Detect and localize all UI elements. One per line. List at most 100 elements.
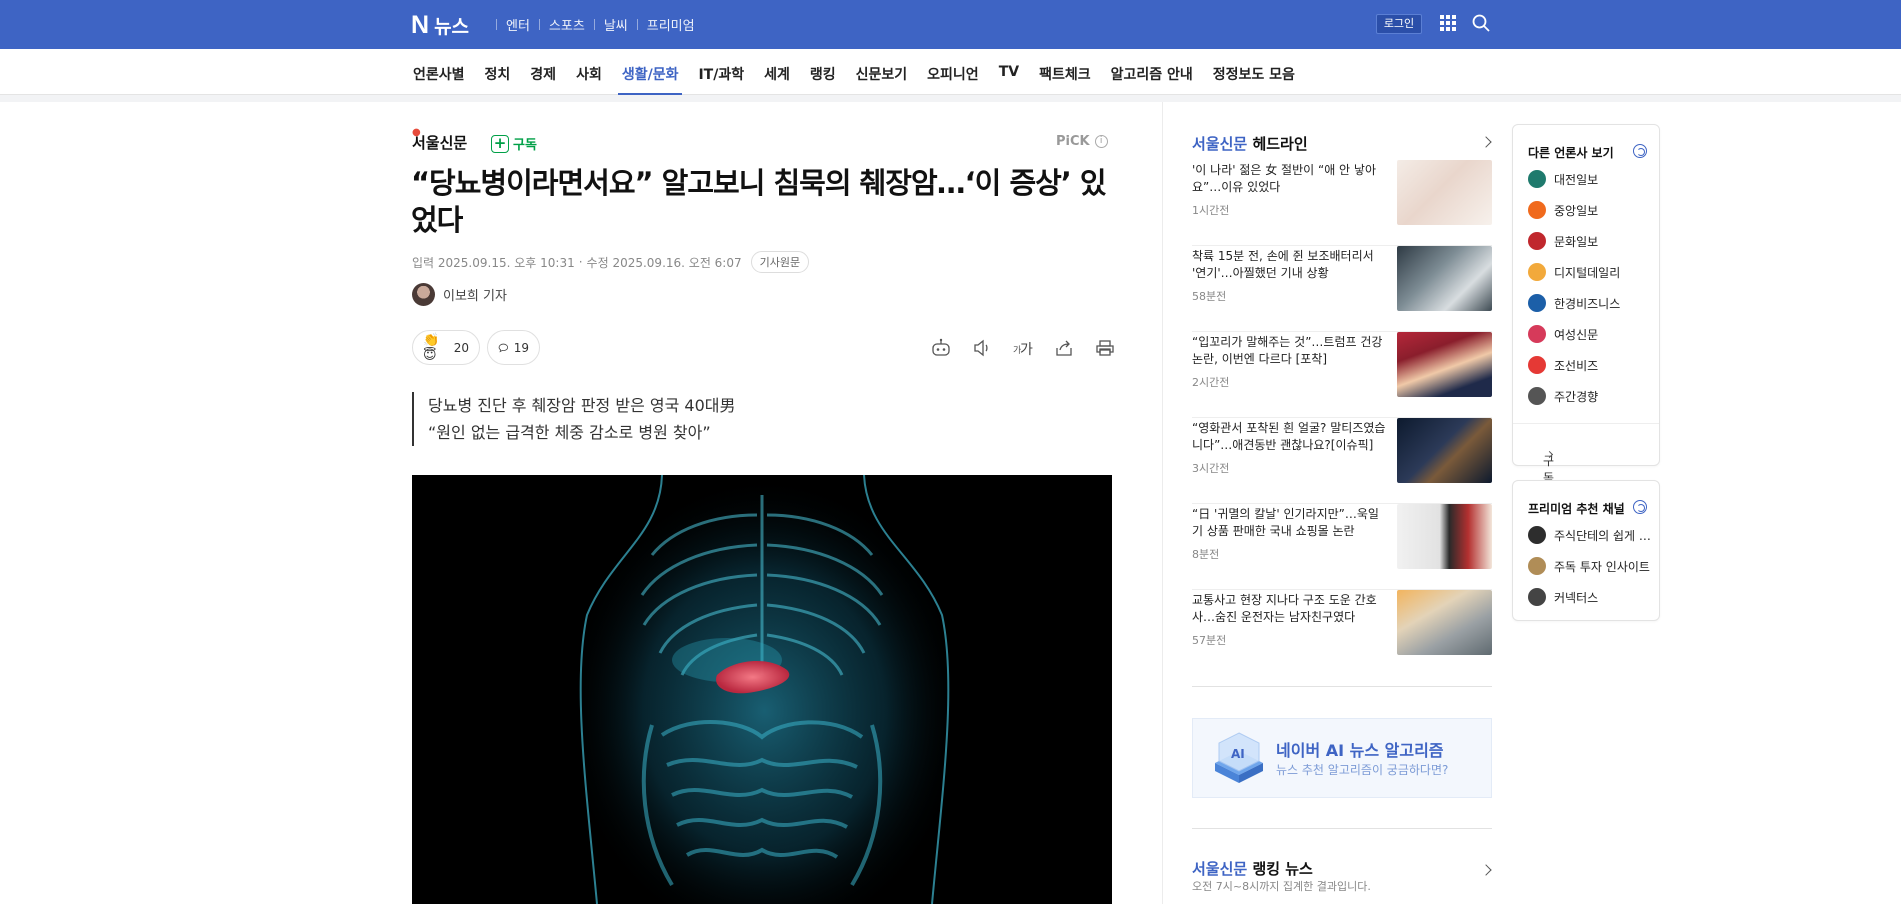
headline-item[interactable]: 교통사고 현장 지나다 구조 도운 간호사…숨진 운전자는 남자친구였다 57분전 [1192, 590, 1492, 676]
category-tab[interactable]: IT/과학 [698, 49, 744, 95]
headlines-suffix: 헤드라인 [1252, 135, 1308, 153]
other-press-item[interactable]: 중앙일보 [1528, 201, 1653, 219]
headline-time: 57분전 [1192, 634, 1227, 647]
refresh-icon[interactable] [1633, 144, 1647, 158]
category-tab[interactable]: 정치 [485, 49, 511, 95]
category-tab[interactable]: 경제 [530, 49, 556, 95]
font-size-icon[interactable]: 가가 [1012, 337, 1034, 359]
article-hero-image[interactable] [412, 475, 1112, 904]
category-tab[interactable]: 랭킹 [810, 49, 836, 95]
premium-channel-item[interactable]: 주식단테의 쉽게 배우는 주식 [1528, 526, 1653, 544]
divider [1192, 686, 1492, 687]
ai-algorithm-banner[interactable]: AI 네이버 AI 뉴스 알고리즘 뉴스 추천 알고리즘이 궁금하다면? [1192, 718, 1492, 798]
author[interactable]: 이보희 기자 [412, 283, 507, 306]
other-press-item[interactable]: 한경비즈니스 [1528, 294, 1653, 312]
input-date: 입력 2025.09.15. 오후 10:31 [412, 255, 575, 270]
pick-badge[interactable]: PiCK i [1056, 134, 1108, 149]
apps-grid-icon[interactable] [1440, 15, 1456, 31]
category-tab[interactable]: 언론사별 [413, 49, 465, 95]
other-press-item[interactable]: 디지털데일리 [1528, 263, 1653, 281]
comment-icon [498, 343, 509, 352]
category-tab[interactable]: 오피니언 [927, 49, 979, 95]
other-press-widget: 다른 언론사 보기 대전일보 중앙일보 문화일보 디지털데일리 한경비즈니스 여성신문 조선… [1512, 124, 1660, 519]
print-icon[interactable] [1094, 337, 1116, 359]
other-press-item[interactable]: 문화일보 [1528, 232, 1653, 250]
xray-torso-illustration [412, 475, 1112, 904]
share-icon[interactable] [1053, 337, 1075, 359]
top-nav-sports[interactable]: 스포츠 [549, 15, 585, 34]
summary-bot-icon[interactable] [930, 337, 952, 359]
headline-time: 3시간전 [1192, 462, 1230, 475]
top-nav-weather[interactable]: 날씨 [604, 15, 628, 34]
chevron-right-icon[interactable] [1480, 136, 1492, 148]
subscription-settings[interactable]: 구독 설정 [1513, 423, 1659, 519]
press-label: 디지털데일리 [1554, 265, 1621, 280]
speaker-icon[interactable] [971, 337, 993, 359]
search-icon[interactable] [1472, 14, 1490, 32]
reaction-emoji-icon: 👏😇 [423, 332, 440, 363]
headline-time: 2시간전 [1192, 376, 1230, 389]
category-nav: 언론사별 정치 경제 사회 생활/문화 IT/과학 세계 랭킹 신문보기 오피니언 TV 팩트체크 알고… [0, 49, 1901, 95]
subscribe-label: 구독 [513, 138, 537, 153]
category-tab[interactable]: 신문보기 [856, 49, 908, 95]
info-icon[interactable]: i [1094, 135, 1108, 148]
press-label: 문화일보 [1554, 234, 1599, 249]
headline-item[interactable]: 착륙 15분 전, 손에 쥔 보조배터리서 '연기'…아찔했던 기내 상황 58분… [1192, 246, 1492, 332]
other-press-item[interactable]: 조선비즈 [1528, 356, 1653, 374]
premium-channel-item[interactable]: 커넥터스 [1528, 588, 1653, 606]
press-logo[interactable]: ● 서울신문 [412, 127, 467, 153]
comment-button[interactable]: 19 [487, 330, 540, 365]
headline-item[interactable]: “입꼬리가 말해주는 것”…트럼프 건강 논란, 이번엔 다르다 [포착] 2시간… [1192, 332, 1492, 418]
press-logo-icon [1528, 325, 1546, 343]
other-press-item[interactable]: 여성신문 [1528, 325, 1653, 343]
press-label: 조선비즈 [1554, 358, 1599, 373]
press-label: 주식단테의 쉽게 배우는 주식 [1554, 528, 1653, 543]
category-list: 언론사별 정치 경제 사회 생활/문화 IT/과학 세계 랭킹 신문보기 오피니언 TV 팩트체크 알고… [413, 49, 1315, 95]
headline-item[interactable]: “영화관서 포착된 흰 얼굴? 말티즈였습니다”…애견동반 괜찮나요?[이슈픽]… [1192, 418, 1492, 504]
press-logo-dot-icon: ● [412, 127, 421, 138]
refresh-icon[interactable] [1633, 500, 1647, 514]
reaction-button[interactable]: 👏😇 20 [412, 330, 480, 365]
headline-thumbnail[interactable] [1397, 590, 1492, 655]
headline-item[interactable]: “日 '귀멸의 칼날' 인기라지만”…욱일기 상품 판매한 국내 쇼핑몰 논란 8… [1192, 504, 1492, 590]
subscribe-button[interactable]: + 구독 [491, 134, 537, 153]
pick-label: PiCK [1056, 134, 1090, 149]
top-bar: N 뉴스 엔터 스포츠 날씨 프리미엄 로그인 [0, 0, 1901, 49]
divider [538, 19, 540, 30]
article-title: “당뇨병이라면서요” 알고보니 침묵의 췌장암…‘이 증상’ 있었다 [411, 166, 1107, 237]
headline-thumbnail[interactable] [1397, 504, 1492, 569]
other-press-item[interactable]: 주간경향 [1528, 387, 1653, 405]
headline-thumbnail[interactable] [1397, 332, 1492, 397]
other-press-item[interactable]: 대전일보 [1528, 170, 1653, 188]
login-button[interactable]: 로그인 [1376, 14, 1422, 34]
summary-line: 당뇨병 진단 후 췌장암 판정 받은 영국 40대男 [428, 396, 736, 415]
ai-banner-subtitle: 뉴스 추천 알고리즘이 궁금하다면? [1276, 763, 1449, 777]
category-tab[interactable]: 사회 [576, 49, 602, 95]
category-tab[interactable]: 팩트체크 [1039, 49, 1091, 95]
press-logo-icon [1528, 201, 1546, 219]
headlines-title[interactable]: 서울신문 헤드라인 [1192, 133, 1308, 154]
category-tab[interactable]: TV [999, 49, 1019, 95]
premium-channel-item[interactable]: 주독 투자 인사이트 [1528, 557, 1653, 575]
category-tab[interactable]: 세계 [764, 49, 790, 95]
headline-thumbnail[interactable] [1397, 160, 1492, 225]
headline-item[interactable]: '이 나라' 젊은 女 절반이 “애 안 낳아요”…이유 있었다 1시간전 [1192, 160, 1492, 246]
divider [636, 19, 638, 30]
headline-title: 교통사고 현장 지나다 구조 도운 간호사…숨진 운전자는 남자친구였다 [1192, 593, 1377, 624]
category-tab[interactable]: 알고리즘 안내 [1111, 49, 1193, 95]
press-label: 여성신문 [1554, 327, 1599, 342]
headline-thumbnail[interactable] [1397, 246, 1492, 311]
headline-time: 1시간전 [1192, 204, 1230, 217]
original-article-button[interactable]: 기사원문 [750, 251, 810, 273]
top-nav-entertainment[interactable]: 엔터 [506, 15, 530, 34]
ranking-title[interactable]: 서울신문 랭킹 뉴스 [1192, 858, 1313, 879]
headline-thumbnail[interactable] [1397, 418, 1492, 483]
category-tab[interactable]: 정정보도 모음 [1213, 49, 1295, 95]
author-name: 이보희 기자 [443, 289, 507, 304]
naver-news-logo[interactable]: N 뉴스 [411, 11, 469, 40]
date-separator: · [578, 255, 583, 269]
headline-title: “日 '귀멸의 칼날' 인기라지만”…욱일기 상품 판매한 국내 쇼핑몰 논란 [1192, 507, 1379, 538]
top-nav-premium[interactable]: 프리미엄 [647, 15, 695, 34]
category-tab[interactable]: 생활/문화 [617, 49, 683, 95]
chevron-right-icon[interactable] [1480, 864, 1492, 876]
